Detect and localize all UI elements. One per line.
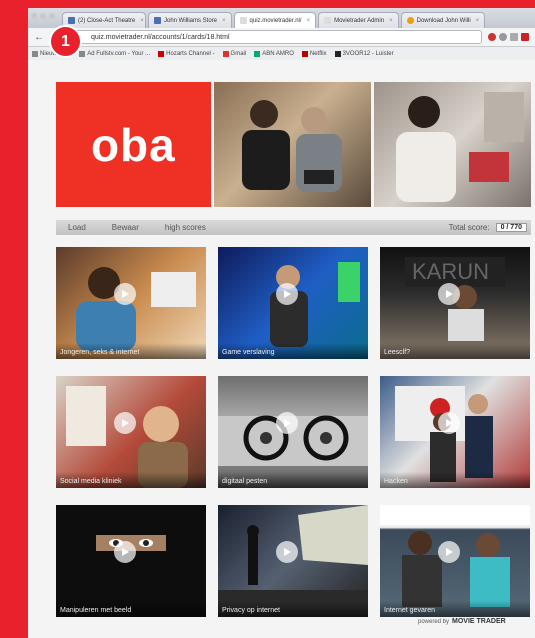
close-icon[interactable]: ×	[476, 18, 480, 24]
total-score-value: 0 / 770	[495, 223, 527, 232]
video-caption: Hacken	[380, 472, 530, 488]
window-controls[interactable]	[31, 13, 55, 19]
high-scores-link[interactable]: high scores	[165, 223, 206, 232]
extension-icon[interactable]	[488, 33, 496, 41]
play-icon[interactable]	[276, 283, 298, 305]
video-tile[interactable]: digitaal pesten	[218, 376, 368, 488]
bookmark-label: Hozarts Channel -	[166, 51, 215, 57]
close-icon[interactable]: ×	[389, 18, 393, 24]
site-icon	[154, 17, 161, 24]
video-tile[interactable]: Jongeren, seks & internet	[56, 247, 206, 359]
tab-label: (2) Close-Act Theatre	[78, 17, 136, 24]
download-icon	[406, 17, 414, 24]
banner-photo-girl	[374, 82, 531, 207]
bookmark-item[interactable]: 3VOOR12 - Luister	[334, 51, 394, 57]
step-number-badge: 1	[51, 27, 80, 56]
page-icon	[239, 17, 247, 24]
total-score: Total score: 0 / 770	[449, 223, 531, 232]
header-banner: oba	[56, 82, 531, 207]
close-icon[interactable]: ×	[307, 18, 311, 24]
address-bar[interactable]: quiz.movietrader.nl/accounts/1/cards/18.…	[66, 30, 482, 44]
video-tile[interactable]: Internet gevaren	[380, 505, 530, 617]
powered-by: powered by MOVIE TRADER	[418, 618, 506, 625]
toolbar-icons[interactable]	[488, 33, 529, 41]
bookmark-label: Ad Fullstv.com - Your ...	[87, 51, 151, 57]
menu-icon[interactable]	[521, 33, 529, 41]
facebook-icon	[68, 17, 75, 24]
powered-by-label: powered by	[418, 618, 450, 625]
tab-label: Movietrader Admin	[334, 17, 385, 24]
video-caption: Privacy op internet	[218, 601, 368, 617]
video-tile[interactable]: Manipuleren met beeld	[56, 505, 206, 617]
video-caption: Leesclf?	[380, 343, 530, 359]
video-tile[interactable]: Social media kliniek	[56, 376, 206, 488]
play-icon[interactable]	[438, 412, 460, 434]
tab-strip: (2) Close-Act Theatre × John Williams Sto…	[28, 8, 535, 28]
page-icon	[324, 17, 332, 24]
bookmark-item[interactable]: Hozarts Channel -	[158, 51, 215, 57]
close-icon[interactable]: ×	[222, 18, 226, 24]
video-tile[interactable]: Privacy op internet	[218, 505, 368, 617]
menu-bar: Load Bewaar high scores Total score: 0 /…	[56, 220, 531, 235]
play-icon[interactable]	[114, 283, 136, 305]
play-icon[interactable]	[114, 541, 136, 563]
tab-movietrader-admin[interactable]: Movietrader Admin ×	[318, 12, 399, 28]
tab-close-act[interactable]: (2) Close-Act Theatre ×	[62, 12, 146, 28]
play-icon[interactable]	[438, 283, 460, 305]
close-icon[interactable]: ×	[140, 18, 144, 24]
video-caption: Internet gevaren	[380, 601, 530, 617]
play-icon[interactable]	[276, 541, 298, 563]
video-caption: Social media kliniek	[56, 472, 206, 488]
browser-window: (2) Close-Act Theatre × John Williams Sto…	[28, 8, 535, 638]
tab-label: quiz.movietrader.nl/	[249, 17, 302, 24]
oba-logo: oba	[56, 82, 211, 207]
load-link[interactable]: Load	[68, 223, 86, 232]
video-grid: Jongeren, seks & internet Game verslavin…	[56, 247, 531, 617]
browser-toolbar: ← → quiz.movietrader.nl/accounts/1/cards…	[28, 28, 535, 47]
page-content: oba Load Bewaar high scores Total score:…	[28, 60, 535, 638]
tab-download[interactable]: Download John Willi ×	[400, 12, 485, 28]
video-caption: Manipuleren met beeld	[56, 601, 206, 617]
total-score-label: Total score:	[448, 223, 490, 232]
tab-quiz[interactable]: quiz.movietrader.nl/ ×	[233, 12, 317, 28]
video-caption: Game verslaving	[218, 343, 368, 359]
tab-label: John Williams Store	[164, 17, 218, 24]
video-caption: digitaal pesten	[218, 472, 368, 488]
save-link[interactable]: Bewaar	[112, 223, 139, 232]
play-icon[interactable]	[438, 541, 460, 563]
banner-photo-boys	[213, 82, 372, 207]
tab-label: Download John Willi	[416, 17, 471, 24]
bookmark-item[interactable]: Ad Fullstv.com - Your ...	[79, 51, 150, 57]
bookmark-label: ABN AMRO	[262, 51, 294, 57]
bookmark-star-icon[interactable]	[510, 33, 518, 41]
bookmark-item[interactable]: Gmail	[222, 51, 247, 57]
video-tile[interactable]: Hacken	[380, 376, 530, 488]
bookmark-item[interactable]: Netflix	[301, 51, 327, 57]
movietrader-logo: MOVIE TRADER	[452, 618, 506, 625]
play-icon[interactable]	[114, 412, 136, 434]
bookmark-label: Gmail	[230, 51, 247, 57]
svg-text:KARUN: KARUN	[412, 259, 489, 284]
bookmark-item[interactable]: ABN AMRO	[254, 51, 294, 57]
search-icon[interactable]	[499, 33, 507, 41]
red-side-bar	[0, 0, 28, 638]
bookmark-label: 3VOOR12 - Luister	[342, 51, 394, 57]
bookmark-label: Netflix	[309, 51, 327, 57]
video-tile[interactable]: Game verslaving	[218, 247, 368, 359]
play-icon[interactable]	[276, 412, 298, 434]
tab-john-williams[interactable]: John Williams Store ×	[148, 12, 232, 28]
back-icon[interactable]: ←	[34, 32, 44, 43]
video-tile[interactable]: KARUN Leesclf?	[380, 247, 530, 359]
video-caption: Jongeren, seks & internet	[56, 343, 206, 359]
